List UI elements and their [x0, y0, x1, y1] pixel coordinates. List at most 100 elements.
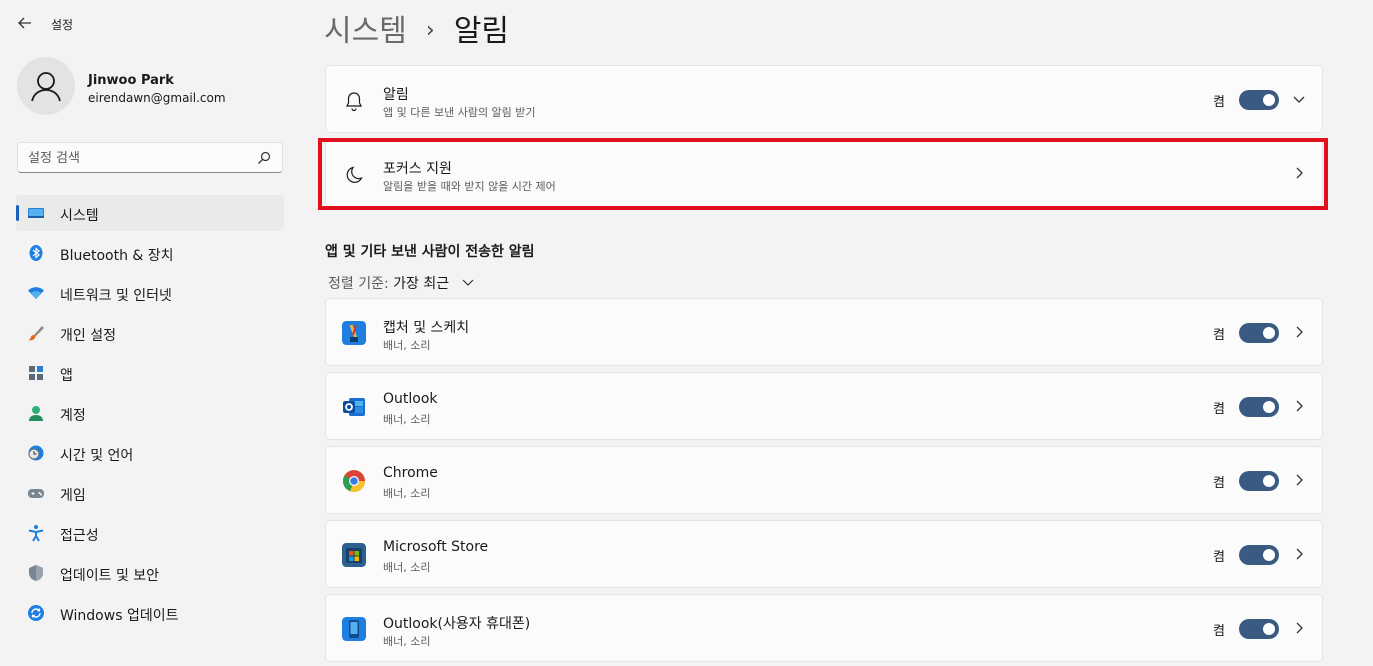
bell-icon	[346, 92, 362, 112]
app-row-snip-sketch[interactable]: 캡처 및 스케치 배너, 소리 켬	[325, 298, 1323, 366]
sidebar-item-bluetooth[interactable]: Bluetooth & 장치	[16, 235, 284, 271]
back-arrow-icon[interactable]	[14, 12, 36, 34]
sidebar-item-apps[interactable]: 앱	[16, 355, 284, 391]
toggle-state-label: 켬	[1213, 328, 1225, 343]
sidebar-item-label: 네트워크 및 인터넷	[60, 288, 172, 304]
sidebar-item-windows-update[interactable]: Windows 업데이트	[16, 595, 284, 631]
app-toggle[interactable]	[1239, 323, 1279, 343]
app-detail: 배너, 소리	[383, 561, 431, 574]
app-row-outlook[interactable]: Outlook 배너, 소리 켬	[325, 372, 1323, 440]
breadcrumb-parent[interactable]: 시스템	[324, 14, 407, 49]
app-toggle[interactable]	[1239, 619, 1279, 639]
toggle-knob	[1263, 401, 1275, 413]
gaming-icon	[28, 489, 44, 498]
outlook-icon	[343, 398, 365, 416]
sidebar-item-label: 계정	[60, 408, 86, 424]
microsoft-store-icon	[342, 543, 366, 567]
sort-label: 정렬 기준:	[328, 276, 389, 292]
app-toggle[interactable]	[1239, 397, 1279, 417]
toggle-knob	[1263, 475, 1275, 487]
phone-icon	[342, 617, 366, 641]
app-name: Microsoft Store	[383, 539, 489, 555]
app-name: 캡처 및 스케치	[383, 320, 470, 336]
chrome-icon	[342, 470, 366, 493]
toggle-state-label: 켬	[1213, 550, 1225, 565]
shield-icon	[29, 565, 43, 581]
card-title: 포커스 지원	[383, 161, 452, 177]
toggle-state-label: 켬	[1213, 476, 1225, 491]
breadcrumb-separator: ›	[425, 18, 435, 43]
sidebar-item-label: 앱	[60, 368, 73, 384]
page-title: 알림	[453, 14, 510, 49]
app-title: 설정	[51, 18, 74, 32]
breadcrumb: 시스템 › 알림	[324, 6, 509, 50]
chevron-right-icon[interactable]	[1292, 399, 1306, 413]
apps-icon	[29, 366, 43, 380]
toggle-knob	[1263, 623, 1275, 635]
chevron-right-icon[interactable]	[1292, 547, 1306, 561]
chevron-down-icon[interactable]	[462, 276, 474, 288]
app-detail: 배너, 소리	[383, 635, 431, 648]
toggle-knob	[1263, 327, 1275, 339]
toggle-knob	[1263, 94, 1275, 106]
moon-icon	[346, 166, 363, 183]
bluetooth-icon	[29, 245, 43, 261]
sidebar-item-accessibility[interactable]: 접근성	[16, 515, 284, 551]
sidebar-item-gaming[interactable]: 게임	[16, 475, 284, 511]
chevron-down-icon[interactable]	[1292, 92, 1306, 106]
sidebar-item-label: 개인 설정	[60, 328, 116, 344]
notifications-card[interactable]: 알림 앱 및 다른 보낸 사람의 알림 받기 켬	[325, 65, 1323, 133]
app-row-microsoft-store[interactable]: Microsoft Store 배너, 소리 켬	[325, 520, 1323, 588]
sidebar-item-label: 업데이트 및 보안	[60, 568, 160, 584]
search-box[interactable]	[17, 142, 283, 173]
search-input[interactable]	[28, 149, 248, 167]
app-name: Outlook(사용자 휴대폰)	[383, 616, 531, 632]
search-icon[interactable]	[256, 150, 272, 166]
app-name: Chrome	[383, 465, 438, 481]
chevron-right-icon[interactable]	[1292, 166, 1306, 180]
profile-email: eirendawn@gmail.com	[88, 91, 226, 105]
sidebar-item-update-security[interactable]: 업데이트 및 보안	[16, 555, 284, 591]
sidebar-item-personalization[interactable]: 개인 설정	[16, 315, 284, 351]
app-detail: 배너, 소리	[383, 487, 431, 500]
system-icon	[28, 208, 44, 218]
wifi-icon	[28, 287, 44, 299]
app-toggle[interactable]	[1239, 545, 1279, 565]
notifications-toggle[interactable]	[1239, 90, 1279, 110]
card-subtitle: 알림을 받을 때와 받지 않을 시간 제어	[383, 180, 556, 193]
windows-update-icon	[28, 605, 44, 621]
sidebar-item-label: 시스템	[60, 208, 99, 224]
card-subtitle: 앱 및 다른 보낸 사람의 알림 받기	[383, 106, 536, 119]
sidebar-item-time-language[interactable]: 시간 및 언어	[16, 435, 284, 471]
snip-sketch-icon	[342, 321, 366, 345]
app-row-outlook-phone[interactable]: Outlook(사용자 휴대폰) 배너, 소리 켬	[325, 594, 1323, 662]
toggle-state-label: 켬	[1213, 624, 1225, 639]
sidebar-item-label: 접근성	[60, 528, 99, 544]
sidebar-item-system[interactable]: 시스템	[16, 195, 284, 231]
avatar[interactable]	[17, 57, 75, 115]
sidebar-item-label: 시간 및 언어	[60, 448, 134, 464]
chevron-right-icon[interactable]	[1292, 621, 1306, 635]
app-name: Outlook	[383, 391, 438, 407]
app-row-chrome[interactable]: Chrome 배너, 소리 켬	[325, 446, 1323, 514]
title-bar: 설정	[0, 0, 300, 48]
sidebar-item-accounts[interactable]: 계정	[16, 395, 284, 431]
sidebar-item-label: Bluetooth & 장치	[60, 248, 174, 264]
app-detail: 배너, 소리	[383, 339, 431, 352]
chevron-right-icon[interactable]	[1292, 473, 1306, 487]
sidebar-item-network[interactable]: 네트워크 및 인터넷	[16, 275, 284, 311]
profile-name: Jinwoo Park	[88, 73, 174, 88]
sidebar-item-label: 게임	[60, 488, 86, 504]
chevron-right-icon[interactable]	[1292, 325, 1306, 339]
time-language-icon	[28, 445, 44, 461]
toggle-state-label: 켬	[1213, 95, 1225, 110]
sort-dropdown[interactable]: 정렬 기준: 가장 최근	[328, 273, 474, 293]
app-toggle[interactable]	[1239, 471, 1279, 491]
person-icon	[31, 72, 61, 102]
focus-assist-card[interactable]: 포커스 지원 알림을 받을 때와 받지 않을 시간 제어	[325, 139, 1323, 207]
section-title: 앱 및 기타 보낸 사람이 전송한 알림	[325, 244, 535, 260]
account-icon	[29, 406, 43, 421]
card-title: 알림	[383, 87, 409, 103]
user-profile[interactable]: Jinwoo Park eirendawn@gmail.com	[17, 57, 297, 119]
sidebar-item-label: Windows 업데이트	[60, 608, 179, 624]
